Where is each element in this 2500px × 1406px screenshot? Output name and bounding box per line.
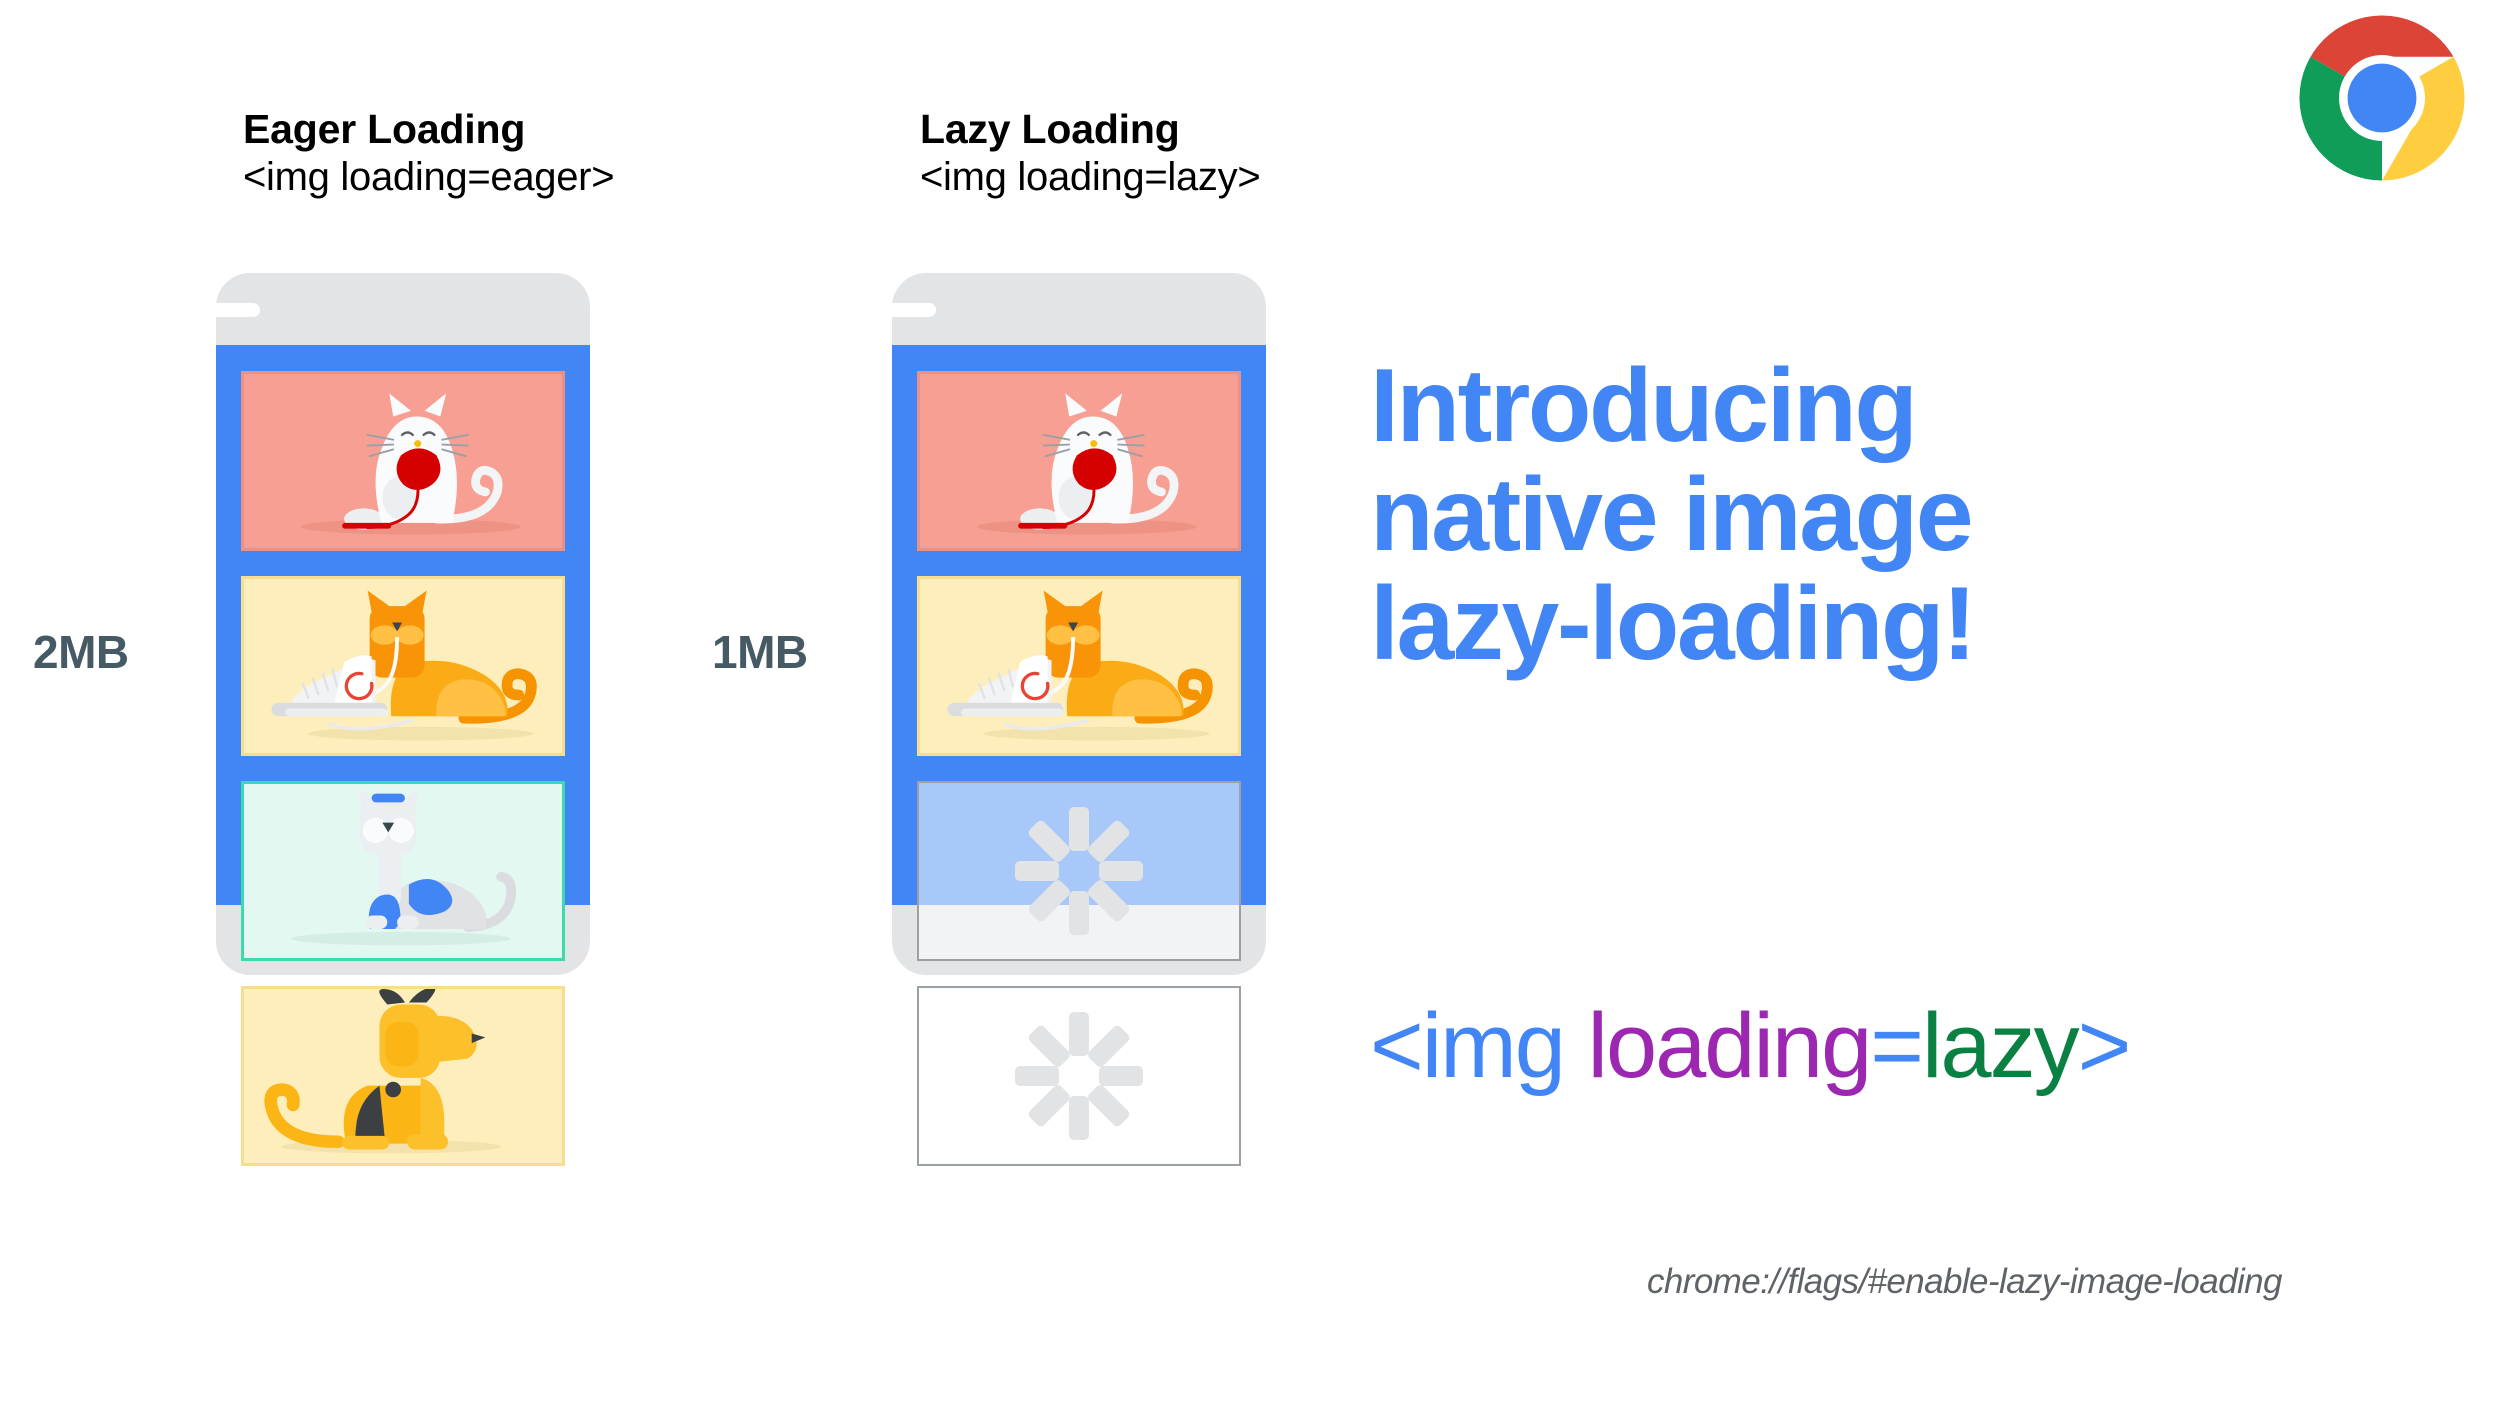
image-card-blue-gray-cat	[241, 781, 565, 961]
headline-line-3: lazy-loading!	[1370, 566, 1977, 683]
image-card-orange-cat-sneaker	[917, 576, 1241, 756]
column-heading-lazy: Lazy Loading <img loading=lazy>	[920, 105, 1261, 202]
blue-gray-cat-illustration	[291, 787, 517, 946]
white-cat-red-yarn-illustration	[976, 393, 1197, 535]
column-title-lazy: Lazy Loading	[920, 106, 1180, 152]
code-snippet: <img loading=lazy>	[1370, 1000, 2131, 1092]
image-card-white-cat-red-yarn	[917, 371, 1241, 551]
slide-canvas: Eager Loading <img loading=eager> Lazy L…	[0, 0, 2500, 1406]
size-label-lazy: 1MB	[712, 626, 808, 678]
image-card-yellow-dog	[241, 986, 565, 1166]
phone-speaker-icon	[172, 303, 260, 317]
code-attribute: loading	[1587, 995, 1873, 1097]
lazy-placeholder-box	[917, 781, 1241, 961]
image-card-orange-cat-sneaker	[241, 576, 565, 756]
code-equals: =	[1870, 995, 1924, 1097]
page-title: Introducing native image lazy-loading!	[1370, 348, 2380, 683]
chrome-logo-icon	[2296, 12, 2468, 184]
code-value: lazy	[1921, 995, 2080, 1097]
column-heading-eager: Eager Loading <img loading=eager>	[243, 105, 615, 202]
size-label-eager: 2MB	[33, 626, 129, 678]
phone-speaker-icon	[848, 303, 936, 317]
lazy-placeholder-box	[917, 986, 1241, 1166]
column-subtitle-eager: <img loading=eager>	[243, 155, 615, 200]
white-cat-red-yarn-illustration	[300, 393, 521, 535]
yellow-dog-illustration	[264, 989, 502, 1154]
orange-cat-sneaker-illustration	[947, 590, 1213, 741]
code-open-tag: <img	[1370, 995, 1566, 1097]
image-card-white-cat-red-yarn	[241, 371, 565, 551]
column-title-eager: Eager Loading	[243, 106, 526, 152]
code-close-tag: >	[2077, 995, 2132, 1097]
headline-line-2: native image	[1370, 457, 1974, 574]
column-subtitle-lazy: <img loading=lazy>	[920, 155, 1261, 200]
orange-cat-sneaker-illustration	[271, 590, 537, 741]
chrome-flag-url: chrome://flags/#enable-lazy-image-loadin…	[1647, 1262, 2283, 1301]
headline-line-1: Introducing	[1370, 348, 1918, 464]
